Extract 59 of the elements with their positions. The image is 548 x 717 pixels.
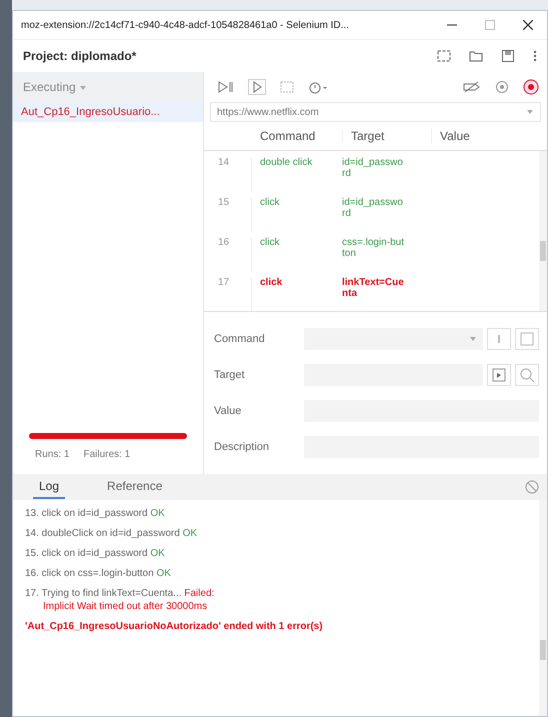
field-label: Target [214,369,246,381]
mode-dropdown[interactable]: Executing [13,72,203,102]
field-label: Command [214,333,266,345]
column-header: Value [431,129,470,143]
scrollbar[interactable] [539,151,547,311]
url-field[interactable]: https://www.netflix.com [210,102,541,122]
log-tab[interactable]: Log [33,475,66,499]
log-summary: 'Aut_Cp16_IngresoUsuarioNoAutorizado' ended with 1 error(s) [25,621,324,632]
runs-count: Runs: 1 [35,449,70,460]
row-number: 15 [204,197,252,231]
open-window-icon[interactable] [515,328,539,350]
column-header: Command [259,129,316,143]
log-entry: 15. click on id=id_password OK [25,548,166,559]
test-item[interactable]: Aut_Cp16_IngresoUsuario... [13,102,203,122]
more-icon[interactable] [533,49,537,63]
log-entry: 14. doubleClick on id=id_password OK [25,528,198,539]
log-tab[interactable]: Reference [101,475,168,499]
close-icon[interactable] [523,20,533,30]
log-error-detail: Implicit Wait timed out after 30000ms [42,601,208,612]
log-entry: 13. click on id=id_password OK [25,508,166,519]
command-cell-text: click [259,197,280,208]
folder-icon[interactable] [469,49,483,63]
caret-icon[interactable] [79,85,88,91]
field-label: Description [214,441,270,453]
target-cell-text: id=id_password [341,157,404,179]
run-all-icon[interactable] [218,81,234,93]
new-project-icon[interactable] [437,49,451,63]
project-title: Project: diplomado* [23,49,138,63]
row-number: 16 [204,237,252,271]
caret-icon[interactable] [526,109,534,115]
caret-icon[interactable] [469,336,477,342]
comment-toggle-icon[interactable] [487,328,511,350]
search-icon[interactable] [515,364,539,386]
log-entry: 17. Trying to find linkText=Cuenta... Failed: [25,588,216,599]
disable-breakpoints-icon[interactable] [463,81,481,93]
failures-count: Failures: 1 [83,449,130,460]
target-cell-text: id=id_password [341,197,404,219]
clear-log-icon[interactable] [525,480,539,494]
command-cell-text: double click [259,157,314,168]
column-header: Target [342,129,431,143]
target-select-icon[interactable] [487,364,511,386]
input-field[interactable] [304,328,483,350]
row-number: 17 [204,277,252,311]
target-cell-text: css=.login-button [341,237,404,259]
field-label: Value [214,405,242,417]
save-icon[interactable] [501,49,515,63]
pause-icon[interactable] [280,81,294,93]
window-title: moz-extension://2c14cf71-c940-4c48-adcf-1054828461a0 - Selenium ID... [21,20,350,30]
command-cell-text: click [259,277,284,288]
log-entry: 16. click on css=.login-button OK [25,568,172,579]
log-scrollbar[interactable] [539,500,547,716]
row-number: 14 [204,157,252,191]
pause-exceptions-icon[interactable] [495,80,509,94]
maximize-icon[interactable] [485,20,495,30]
command-cell-text: click [259,237,280,248]
target-cell-text: linkText=Cuenta [341,277,404,299]
play-icon[interactable] [248,79,266,95]
timer-icon[interactable] [308,80,328,94]
record-icon[interactable] [523,79,539,95]
